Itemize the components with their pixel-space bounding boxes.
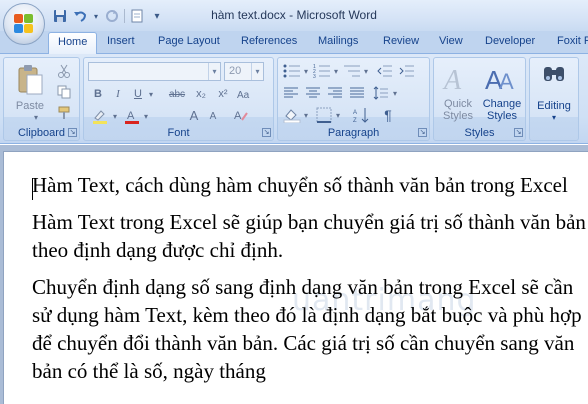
paragraph-1[interactable]: Hàm Text, cách dùng hàm chuyển số thành …	[32, 171, 588, 199]
borders-dropdown-icon[interactable]: ▾	[334, 106, 342, 124]
svg-text:A: A	[127, 110, 135, 122]
clipboard-group: Paste ▾ Clipboard ↘	[3, 57, 80, 141]
svg-text:A: A	[442, 65, 462, 95]
clipboard-launcher-icon[interactable]: ↘	[68, 128, 77, 137]
paragraph-3[interactable]: Chuyển định dạng số sang định dạng văn b…	[32, 273, 588, 385]
font-launcher-icon[interactable]: ↘	[262, 128, 271, 137]
paragraph-group: ▾ 123 ▾ ▾ ▾ ▾ ▾ A Z ¶ Paragraph ↘	[277, 57, 430, 141]
underline-dropdown-icon[interactable]: ▾	[147, 85, 155, 103]
styles-group-label: Styles	[464, 127, 495, 139]
paragraph-group-label: Paragraph	[327, 127, 380, 139]
document-area: uantrimang Hàm Text, cách dùng hàm chuyể…	[0, 145, 588, 404]
text-highlight-icon[interactable]	[90, 107, 110, 125]
find-icon[interactable]	[539, 64, 569, 86]
paragraph-launcher-icon[interactable]: ↘	[418, 128, 427, 137]
grow-font-icon[interactable]: A	[185, 106, 203, 124]
styles-launcher-icon[interactable]: ↘	[514, 128, 523, 137]
change-styles-icon[interactable]: AA	[483, 62, 519, 96]
highlight-dropdown-icon[interactable]: ▾	[111, 107, 119, 125]
document-body[interactable]: Hàm Text, cách dùng hàm chuyển số thành …	[32, 171, 588, 394]
editing-group: Editing ▾	[529, 57, 579, 141]
borders-icon[interactable]	[314, 106, 334, 124]
decrease-indent-icon[interactable]	[376, 63, 394, 79]
show-marks-icon[interactable]: ¶	[378, 106, 398, 124]
paste-dropdown-icon[interactable]: ▾	[31, 113, 41, 122]
tab-page-layout[interactable]: Page Layout	[158, 35, 220, 47]
font-size-dropdown-icon[interactable]: ▾	[251, 63, 263, 80]
ribbon-tabs: Home Insert Page Layout References Maili…	[0, 31, 588, 55]
shrink-font-icon[interactable]: A	[205, 108, 221, 124]
window-title: hàm text.docx - Microsoft Word	[211, 8, 377, 22]
paste-icon[interactable]	[10, 62, 50, 98]
line-spacing-dropdown-icon[interactable]: ▾	[391, 85, 399, 101]
tab-developer[interactable]: Developer	[485, 35, 535, 47]
multilevel-list-icon[interactable]	[342, 63, 362, 79]
font-color-icon[interactable]: A	[123, 107, 141, 125]
office-button-icon	[14, 14, 34, 34]
quick-styles-icon[interactable]: A	[441, 62, 475, 96]
multilevel-dropdown-icon[interactable]: ▾	[362, 63, 370, 79]
tab-insert[interactable]: Insert	[107, 35, 135, 47]
bullets-icon[interactable]	[282, 63, 302, 79]
underline-icon[interactable]: U	[130, 85, 146, 103]
font-size-combo[interactable]: 20 ▾	[224, 62, 264, 81]
align-right-icon[interactable]	[326, 85, 344, 101]
bold-icon[interactable]: B	[90, 85, 106, 103]
font-name-dropdown-icon[interactable]: ▾	[208, 63, 220, 80]
tab-review[interactable]: Review	[383, 35, 419, 47]
styles-group: A Quick Styles AA Change Styles Styles ↘	[433, 57, 526, 141]
tab-home[interactable]: Home	[48, 32, 98, 55]
svg-text:Aa: Aa	[237, 90, 250, 101]
sort-icon[interactable]: AZ	[352, 106, 374, 124]
font-size-value: 20	[229, 65, 242, 77]
paste-label: Paste	[15, 100, 45, 112]
justify-icon[interactable]	[348, 85, 366, 101]
increase-indent-icon[interactable]	[398, 63, 416, 79]
center-icon[interactable]	[304, 85, 322, 101]
subscript-icon[interactable]: x₂	[192, 85, 210, 103]
editing-dropdown-icon[interactable]: ▾	[549, 113, 559, 122]
editing-label[interactable]: Editing	[530, 100, 578, 112]
copy-icon[interactable]	[56, 84, 72, 100]
ribbon: Paste ▾ Clipboard ↘ ▾ 20 ▾ B I U ▾ abc x…	[0, 54, 588, 144]
superscript-icon[interactable]: x²	[214, 85, 232, 103]
numbering-icon[interactable]: 123	[312, 63, 332, 79]
font-group-label: Font	[167, 127, 190, 139]
svg-text:A: A	[353, 110, 357, 116]
paragraph-2[interactable]: Hàm Text trong Excel sẽ giúp bạn chuyển …	[32, 208, 588, 264]
shading-icon[interactable]	[282, 106, 302, 124]
strikethrough-icon[interactable]: abc	[164, 85, 190, 103]
tab-view[interactable]: View	[439, 35, 463, 47]
svg-text:Z: Z	[353, 118, 357, 123]
change-case-icon[interactable]: Aa	[235, 85, 253, 103]
clear-formatting-icon[interactable]: A	[232, 106, 250, 124]
tab-mailings[interactable]: Mailings	[318, 35, 358, 47]
document-page[interactable]: uantrimang Hàm Text, cách dùng hàm chuyể…	[3, 151, 588, 404]
italic-icon[interactable]: I	[110, 85, 126, 103]
cut-icon[interactable]	[56, 63, 72, 79]
tab-references[interactable]: References	[241, 35, 297, 47]
line-spacing-icon[interactable]	[372, 85, 390, 101]
font-color-dropdown-icon[interactable]: ▾	[142, 107, 150, 125]
font-group: ▾ 20 ▾ B I U ▾ abc x₂ x² Aa ▾ A ▾ A A A …	[83, 57, 274, 141]
shading-dropdown-icon[interactable]: ▾	[302, 106, 310, 124]
numbering-dropdown-icon[interactable]: ▾	[332, 63, 340, 79]
change-styles-label[interactable]: Change Styles	[480, 98, 524, 122]
bullets-dropdown-icon[interactable]: ▾	[302, 63, 310, 79]
office-button[interactable]	[3, 3, 45, 45]
svg-text:A: A	[234, 110, 242, 122]
svg-text:3: 3	[313, 74, 316, 78]
quick-styles-label[interactable]: Quick Styles	[436, 98, 480, 122]
title-bar: ▾ ▾ hàm text.docx - Microsoft Word	[0, 0, 588, 31]
format-painter-icon[interactable]	[56, 105, 72, 121]
align-left-icon[interactable]	[282, 85, 300, 101]
svg-text:A: A	[499, 69, 514, 94]
tab-foxit[interactable]: Foxit R	[557, 35, 588, 47]
font-name-combo[interactable]: ▾	[88, 62, 221, 81]
